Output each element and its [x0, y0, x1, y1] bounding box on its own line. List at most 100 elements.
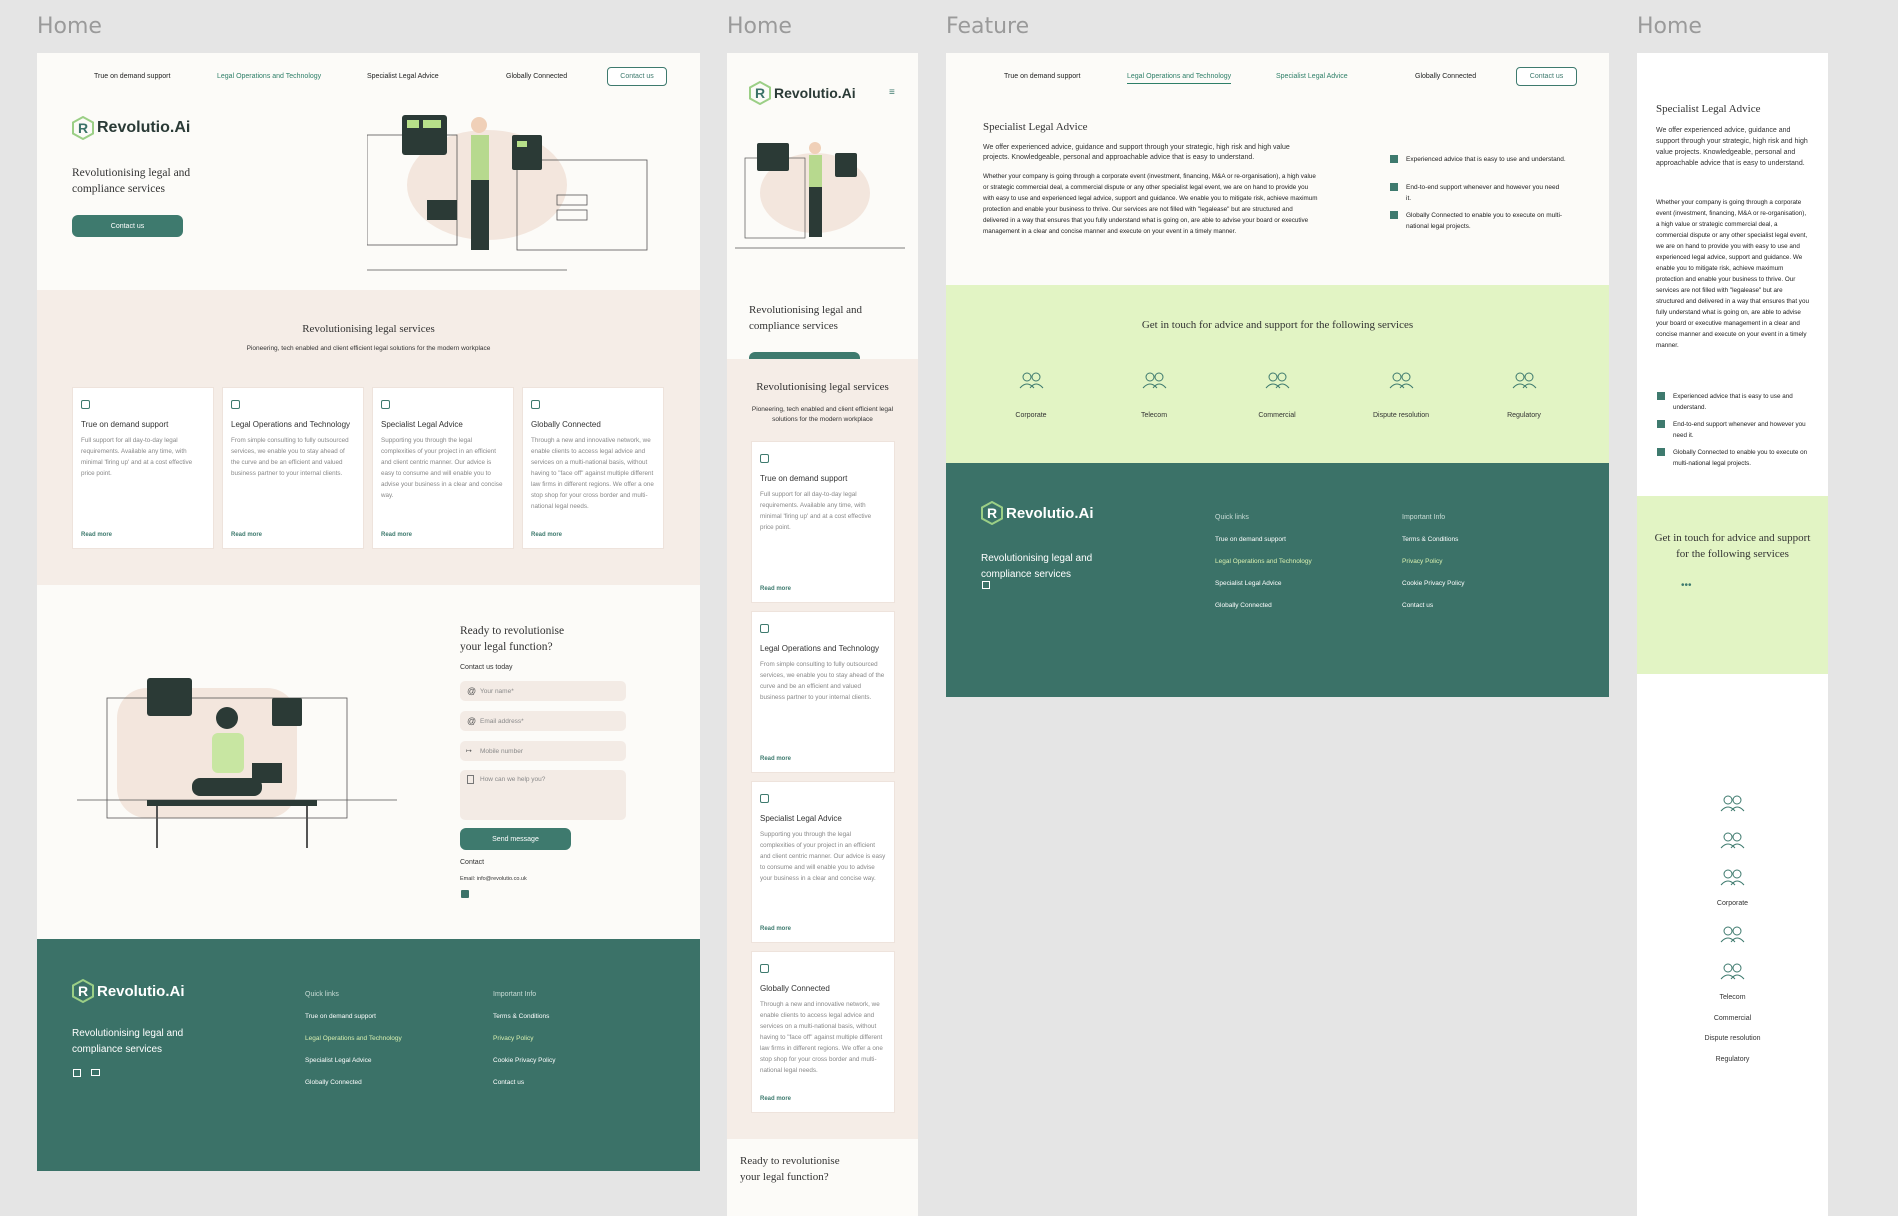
linkedin-icon[interactable] — [73, 1069, 81, 1077]
nav-legal-ops[interactable]: Legal Operations and Technology — [217, 73, 321, 80]
service-card[interactable]: Legal Operations and Technology From sim… — [222, 387, 364, 549]
read-more-link[interactable]: Read more — [760, 586, 791, 592]
frame-label-feature: Feature — [946, 14, 1030, 39]
category-corporate[interactable]: Corporate — [1637, 900, 1828, 907]
read-more-link[interactable]: Read more — [531, 532, 562, 538]
service-card[interactable]: Globally Connected Through a new and inn… — [522, 387, 664, 549]
service-card[interactable]: Specialist Legal Advice Supporting you th… — [751, 781, 895, 943]
card-desc: Supporting you through the legal complex… — [760, 831, 886, 882]
read-more-link[interactable]: Read more — [231, 532, 262, 538]
services-title: Revolutionising legal services — [302, 323, 435, 335]
footer-link[interactable]: Cookie Privacy Policy — [493, 1057, 556, 1064]
footer-link[interactable]: Terms & Conditions — [493, 1013, 549, 1020]
service-card[interactable]: True on demand support Full support for a… — [751, 441, 895, 603]
calendar-icon — [760, 624, 769, 633]
footer-link[interactable]: True on demand support — [1215, 536, 1286, 543]
nav-contact-button[interactable]: Contact us — [1516, 67, 1577, 86]
contact-label: Contact — [460, 859, 485, 866]
footer-link[interactable]: Terms & Conditions — [1402, 536, 1458, 543]
read-more-link[interactable]: Read more — [381, 532, 412, 538]
calendar-icon — [381, 400, 390, 409]
brand-logo[interactable]: R Revolutio.Ai — [749, 80, 856, 106]
nav-true-on-demand[interactable]: True on demand support — [1004, 73, 1080, 80]
footer-link[interactable]: True on demand support — [305, 1013, 376, 1020]
category-dispute-resolution[interactable]: Dispute resolution — [1637, 1035, 1828, 1042]
nav-specialist-legal[interactable]: Specialist Legal Advice — [367, 73, 439, 80]
card-title: Globally Connected — [531, 420, 601, 429]
card-desc: Through a new and innovative network, we… — [531, 437, 654, 510]
email-input[interactable]: @ Email address* — [460, 711, 626, 731]
card-desc: Through a new and innovative network, we… — [760, 1001, 883, 1074]
linkedin-icon[interactable] — [461, 890, 469, 898]
services-band: Get in touch for advice and support for t… — [1637, 496, 1828, 674]
document-icon — [467, 775, 474, 784]
quick-links-heading: Quick links — [305, 991, 339, 998]
service-card[interactable]: Globally Connected Through a new and inno… — [751, 951, 895, 1113]
footer-link[interactable]: Globally Connected — [305, 1079, 362, 1086]
feature-bullet: Experienced advice that is easy to use a… — [1673, 393, 1793, 411]
category-telecom[interactable]: Telecom — [1124, 371, 1184, 419]
nav-contact-button[interactable]: Contact us — [607, 67, 667, 86]
contact-email[interactable]: Email: info@revolutio.co.uk — [460, 876, 527, 882]
category-telecom[interactable]: Telecom — [1637, 994, 1828, 1001]
check-icon — [1390, 155, 1398, 163]
footer-logo[interactable]: R Revolutio.Ai — [981, 500, 1094, 526]
footer: R Revolutio.Ai Revolutionising legal and… — [946, 463, 1609, 697]
footer-link[interactable]: Legal Operations and Technology — [1215, 558, 1312, 565]
card-desc: Full support for all day-to-day legal re… — [760, 491, 872, 531]
service-card[interactable]: True on demand support Full support for … — [72, 387, 214, 549]
feature-intro: We offer experienced advice, guidance an… — [1656, 127, 1808, 167]
linkedin-icon[interactable] — [982, 581, 990, 589]
category-regulatory[interactable]: Regulatory — [1637, 1056, 1828, 1063]
mobile-input[interactable]: ↦ Mobile number — [460, 741, 626, 761]
band-title: Get in touch for advice and support for t… — [1654, 532, 1811, 560]
people-icon — [1720, 963, 1745, 980]
name-input[interactable]: @ Your name* — [460, 681, 626, 701]
footer-logo[interactable]: R Revolutio.Ai — [72, 978, 185, 1004]
feature-title: Specialist Legal Advice — [1656, 103, 1761, 115]
check-icon — [1657, 448, 1665, 456]
category-commercial[interactable]: Commercial — [1637, 1015, 1828, 1022]
category-regulatory[interactable]: Regulatory — [1494, 371, 1554, 419]
mail-icon[interactable] — [91, 1069, 100, 1076]
nav-globally-connected[interactable]: Globally Connected — [1415, 73, 1476, 80]
nav-legal-ops[interactable]: Legal Operations and Technology — [1127, 73, 1232, 84]
hero-tagline: Revolutionising legal and compliance serv… — [72, 167, 191, 195]
footer-link[interactable]: Cookie Privacy Policy — [1402, 580, 1465, 587]
footer-link[interactable]: Privacy Policy — [493, 1035, 533, 1042]
read-more-link[interactable]: Read more — [760, 1096, 791, 1102]
svg-text:R: R — [78, 983, 88, 999]
service-card[interactable]: Legal Operations and Technology From simp… — [751, 611, 895, 773]
service-card[interactable]: Specialist Legal Advice Supporting you t… — [372, 387, 514, 549]
logo-hex-icon: R — [72, 115, 94, 141]
nav-specialist-legal[interactable]: Specialist Legal Advice — [1276, 73, 1348, 80]
at-icon: @ — [467, 716, 477, 726]
footer-link[interactable]: Specialist Legal Advice — [305, 1057, 372, 1064]
footer-link[interactable]: Contact us — [493, 1079, 524, 1086]
nav-globally-connected[interactable]: Globally Connected — [506, 73, 567, 80]
footer-link[interactable]: Privacy Policy — [1402, 558, 1442, 565]
footer-link[interactable]: Globally Connected — [1215, 602, 1272, 609]
frame-label-home-narrow: Home — [1637, 14, 1702, 39]
category-commercial[interactable]: Commercial — [1247, 371, 1307, 419]
brand-logo[interactable]: R Revolutio.Ai — [72, 115, 190, 141]
band-title: Get in touch for advice and support for … — [1141, 319, 1414, 331]
hamburger-menu-icon[interactable]: ≡ — [889, 87, 899, 98]
category-dispute-resolution[interactable]: Dispute resolution — [1364, 371, 1438, 419]
hero-contact-button[interactable]: Contact us — [72, 215, 183, 237]
category-corporate[interactable]: Corporate — [1001, 371, 1061, 419]
phone-icon: ↦ — [466, 748, 472, 755]
message-input[interactable]: How can we help you? — [460, 770, 626, 820]
more-dots-icon[interactable]: ••• — [1681, 580, 1692, 591]
card-desc: Supporting you through the legal complex… — [381, 437, 503, 499]
read-more-link[interactable]: Read more — [81, 532, 112, 538]
send-message-button[interactable]: Send message — [460, 828, 571, 850]
card-title: Globally Connected — [760, 984, 830, 993]
footer-link[interactable]: Specialist Legal Advice — [1215, 580, 1282, 587]
footer-link[interactable]: Contact us — [1402, 602, 1433, 609]
footer-link[interactable]: Legal Operations and Technology — [305, 1035, 402, 1042]
read-more-link[interactable]: Read more — [760, 756, 791, 762]
svg-text:R: R — [987, 505, 997, 521]
read-more-link[interactable]: Read more — [760, 926, 791, 932]
nav-true-on-demand[interactable]: True on demand support — [94, 73, 170, 80]
